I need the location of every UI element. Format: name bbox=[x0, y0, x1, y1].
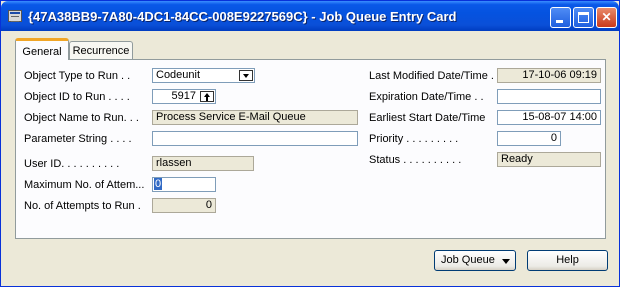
last-modified-field: 17-10-06 09:19 bbox=[497, 68, 601, 83]
maximize-button[interactable] bbox=[573, 7, 594, 28]
object-type-value: Codeunit bbox=[156, 69, 201, 81]
help-button[interactable]: Help bbox=[527, 250, 608, 271]
earliest-start-field[interactable]: 15-08-07 14:00 bbox=[497, 110, 601, 125]
general-tab-panel: Object Type to Run . . Codeunit Object I… bbox=[15, 59, 606, 239]
max-attempts-field[interactable]: 0 bbox=[152, 177, 216, 192]
maximize-icon bbox=[578, 12, 589, 23]
parameter-string-field[interactable] bbox=[152, 131, 358, 146]
max-attempts-label: Maximum No. of Attem... bbox=[24, 179, 145, 191]
app-window-icon[interactable] bbox=[8, 10, 22, 22]
close-icon: ✕ bbox=[601, 10, 612, 24]
dropdown-arrow-icon[interactable] bbox=[239, 70, 253, 81]
object-name-field: Process Service E-Mail Queue bbox=[152, 110, 358, 125]
priority-label: Priority . . . . . . . . . bbox=[369, 133, 459, 145]
minimize-icon bbox=[556, 20, 563, 23]
object-id-field[interactable]: 5917 bbox=[152, 89, 216, 104]
chevron-down-icon bbox=[502, 259, 510, 264]
priority-field[interactable]: 0 bbox=[497, 131, 561, 146]
parameter-string-label: Parameter String . . . . bbox=[24, 133, 132, 145]
user-id-field: rlassen bbox=[152, 156, 254, 171]
user-id-label: User ID. . . . . . . . . . bbox=[24, 158, 120, 170]
attempts-to-run-field: 0 bbox=[152, 198, 216, 213]
title-bar[interactable]: {47A38BB9-7A80-4DC1-84CC-008E9227569C} -… bbox=[1, 1, 619, 31]
tab-general[interactable]: General bbox=[15, 38, 69, 60]
max-attempts-value: 0 bbox=[154, 178, 163, 190]
status-label: Status . . . . . . . . . . bbox=[369, 154, 462, 166]
job-queue-menu-button[interactable]: Job Queue bbox=[434, 250, 516, 271]
minimize-button[interactable] bbox=[550, 7, 571, 28]
status-field: Ready bbox=[497, 152, 601, 167]
object-type-label: Object Type to Run . . bbox=[24, 70, 131, 82]
attempts-to-run-label: No. of Attempts to Run . bbox=[24, 200, 141, 212]
job-queue-button-label: Job Queue bbox=[441, 254, 495, 266]
job-queue-entry-card-window: {47A38BB9-7A80-4DC1-84CC-008E9227569C} -… bbox=[0, 0, 620, 287]
earliest-start-label: Earliest Start Date/Time bbox=[369, 112, 486, 124]
expiration-label: Expiration Date/Time . . bbox=[369, 91, 484, 103]
tab-recurrence[interactable]: Recurrence bbox=[69, 41, 133, 60]
object-type-select[interactable]: Codeunit bbox=[152, 68, 255, 83]
last-modified-label: Last Modified Date/Time . bbox=[369, 70, 494, 82]
object-name-label: Object Name to Run. . . bbox=[24, 112, 139, 124]
object-id-value: 5917 bbox=[171, 90, 196, 102]
close-button[interactable]: ✕ bbox=[596, 7, 617, 28]
expiration-field[interactable] bbox=[497, 89, 601, 104]
lookup-arrow-icon[interactable] bbox=[200, 91, 214, 102]
window-title: {47A38BB9-7A80-4DC1-84CC-008E9227569C} -… bbox=[28, 9, 457, 24]
object-id-label: Object ID to Run . . . . bbox=[24, 91, 130, 103]
